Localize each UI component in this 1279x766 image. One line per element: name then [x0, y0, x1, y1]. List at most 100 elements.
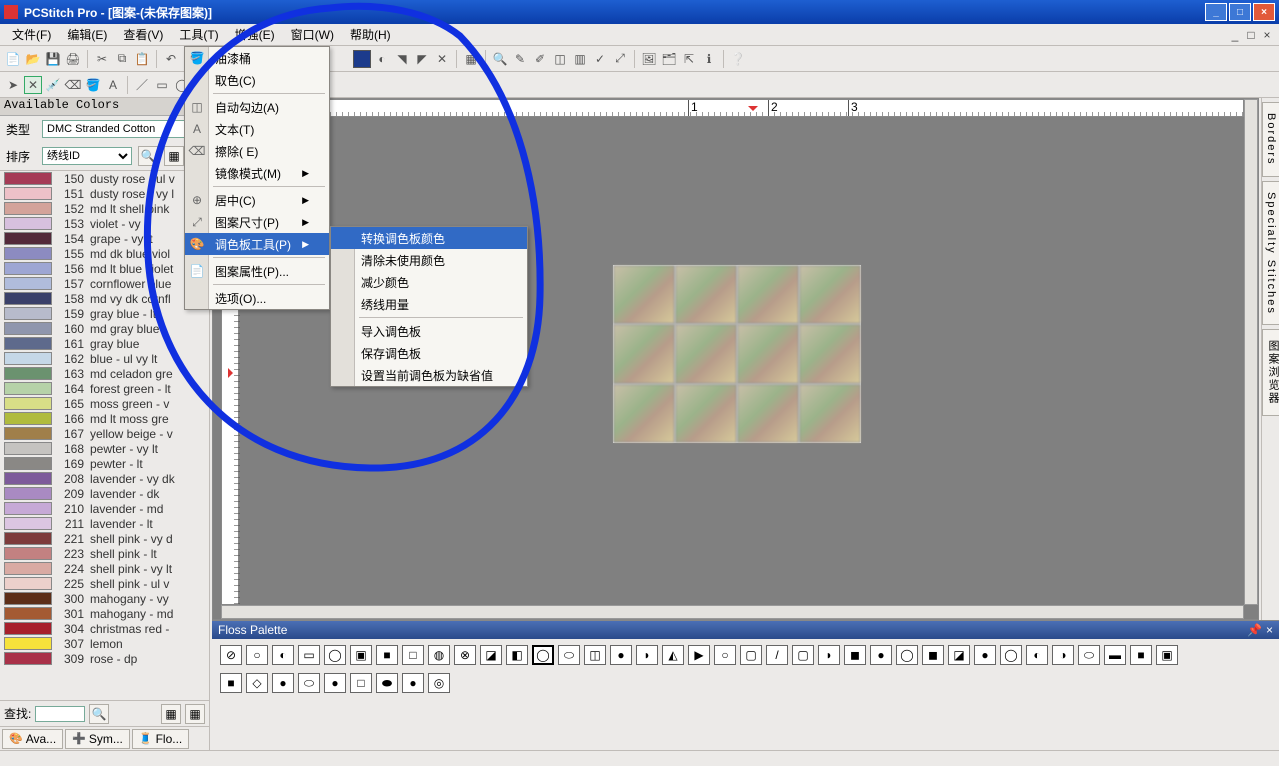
color-row[interactable]: 210 lavender - md	[0, 501, 209, 516]
floss-swatch[interactable]: ◑	[1052, 645, 1074, 665]
grid-icon[interactable]: ▦	[462, 50, 480, 68]
color-row[interactable]: 151 dusty rose - vy l	[0, 186, 209, 201]
minimize-button[interactable]: _	[1205, 3, 1227, 21]
line-icon[interactable]: ／	[133, 76, 151, 94]
save-icon[interactable]: 💾	[44, 50, 62, 68]
floss-swatch[interactable]: ◯	[896, 645, 918, 665]
menu-edit[interactable]: 编辑(E)	[59, 24, 115, 45]
floss-swatch[interactable]: ◭	[662, 645, 684, 665]
grid-btn-a-icon[interactable]: ▦	[161, 704, 181, 724]
sort-select[interactable]: 绣线ID	[42, 147, 132, 165]
submenu-convert[interactable]: 转换调色板颜色	[331, 227, 527, 249]
floss-swatch[interactable]: ▬	[1104, 645, 1126, 665]
color-row[interactable]: 164 forest green - lt	[0, 381, 209, 396]
menu-paint-bucket[interactable]: 🪣油漆桶	[185, 47, 329, 69]
floss-swatch[interactable]: ⬭	[1078, 645, 1100, 665]
floss-swatch[interactable]: ◯	[1000, 645, 1022, 665]
open-icon[interactable]: 📂	[24, 50, 42, 68]
cut-icon[interactable]: ✂	[93, 50, 111, 68]
search-color-icon[interactable]: 🔍	[138, 146, 158, 166]
specialty-tab[interactable]: Specialty Stitches	[1262, 181, 1279, 326]
floss-swatch[interactable]: ●	[402, 673, 424, 693]
copy-icon[interactable]: ⧉	[113, 50, 131, 68]
floss-swatch[interactable]: □	[350, 673, 372, 693]
color-row[interactable]: 221 shell pink - vy d	[0, 531, 209, 546]
color-row[interactable]: 156 md lt blue violet	[0, 261, 209, 276]
new-icon[interactable]: 📄	[4, 50, 22, 68]
floss-swatch[interactable]: ●	[974, 645, 996, 665]
submenu-save[interactable]: 保存调色板	[331, 342, 527, 364]
color-row[interactable]: 150 dusty rose - ul v	[0, 171, 209, 186]
floss-swatch[interactable]: ⬬	[376, 673, 398, 693]
color-row[interactable]: 307 lemon	[0, 636, 209, 651]
color-row[interactable]: 154 grape - vy lt	[0, 231, 209, 246]
submenu-floss-usage[interactable]: 绣线用量	[331, 293, 527, 315]
undo-icon[interactable]: ↶	[162, 50, 180, 68]
tool-h-icon[interactable]: 🗂	[660, 50, 678, 68]
tool-b-icon[interactable]: ✐	[531, 50, 549, 68]
mdi-minimize-button[interactable]: _	[1227, 28, 1243, 42]
menu-center[interactable]: ⊕居中(C)▶	[185, 189, 329, 211]
floss-swatch[interactable]: ▢	[740, 645, 762, 665]
color-list[interactable]: 150 dusty rose - ul v 151 dusty rose - v…	[0, 170, 209, 700]
floss-swatch[interactable]: ◐	[272, 645, 294, 665]
full-stitch-icon[interactable]	[353, 50, 371, 68]
floss-swatch[interactable]: ○	[246, 645, 268, 665]
floss-swatch[interactable]: ◍	[428, 645, 450, 665]
color-row[interactable]: 301 mahogany - md	[0, 606, 209, 621]
submenu-import[interactable]: 导入调色板	[331, 320, 527, 342]
vertical-scrollbar[interactable]	[1244, 99, 1258, 605]
menu-text[interactable]: A文本(T)	[185, 118, 329, 140]
floss-swatch[interactable]: /	[766, 645, 788, 665]
pointer-icon[interactable]: ➤	[4, 76, 22, 94]
tab-available[interactable]: 🎨Ava...	[2, 729, 63, 749]
color-row[interactable]: 300 mahogany - vy	[0, 591, 209, 606]
type-select[interactable]: DMC Stranded Cotton	[42, 120, 203, 138]
submenu-clear-unused[interactable]: 清除未使用颜色	[331, 249, 527, 271]
menu-window[interactable]: 窗口(W)	[283, 24, 342, 45]
floss-swatch[interactable]: ▭	[298, 645, 320, 665]
menu-auto-outline[interactable]: ◫自动勾边(A)	[185, 96, 329, 118]
color-row[interactable]: 166 md lt moss gre	[0, 411, 209, 426]
color-row[interactable]: 162 blue - ul vy lt	[0, 351, 209, 366]
fill-icon[interactable]: 🪣	[84, 76, 102, 94]
floss-swatch[interactable]: ⊘	[220, 645, 242, 665]
color-row[interactable]: 309 rose - dp	[0, 651, 209, 666]
menu-properties[interactable]: 📄图案属性(P)...	[185, 260, 329, 282]
floss-swatch[interactable]: ◪	[948, 645, 970, 665]
borders-tab[interactable]: Borders	[1262, 102, 1279, 177]
color-row[interactable]: 161 gray blue	[0, 336, 209, 351]
stitch-tool-icon[interactable]: ✕	[24, 76, 42, 94]
close-panel-icon[interactable]: ×	[1266, 623, 1273, 637]
paste-icon[interactable]: 📋	[133, 50, 151, 68]
color-row[interactable]: 167 yellow beige - v	[0, 426, 209, 441]
tool-i-icon[interactable]: ⇱	[680, 50, 698, 68]
eyedropper-icon[interactable]: 💉	[44, 76, 62, 94]
find-input[interactable]	[35, 706, 85, 722]
floss-swatch[interactable]: ■	[220, 673, 242, 693]
color-row[interactable]: 208 lavender - vy dk	[0, 471, 209, 486]
menu-file[interactable]: 文件(F)	[4, 24, 59, 45]
color-row[interactable]: 157 cornflower blue	[0, 276, 209, 291]
eraser-icon[interactable]: ⌫	[64, 76, 82, 94]
viewer-tab[interactable]: 图案浏览器	[1262, 329, 1279, 416]
color-row[interactable]: 304 christmas red -	[0, 621, 209, 636]
find-go-icon[interactable]: 🔍	[89, 704, 109, 724]
floss-swatch[interactable]: ◎	[428, 673, 450, 693]
submenu-reduce[interactable]: 减少颜色	[331, 271, 527, 293]
floss-swatch[interactable]: ◗	[818, 645, 840, 665]
floss-swatch[interactable]: ■	[1130, 645, 1152, 665]
floss-swatch[interactable]: ◇	[246, 673, 268, 693]
floss-swatch[interactable]: ●	[610, 645, 632, 665]
floss-swatch[interactable]: ◯	[532, 645, 554, 665]
color-row[interactable]: 169 pewter - lt	[0, 456, 209, 471]
help-icon[interactable]: ❔	[729, 50, 747, 68]
color-row[interactable]: 211 lavender - lt	[0, 516, 209, 531]
text-icon[interactable]: A	[104, 76, 122, 94]
tool-e-icon[interactable]: ✓	[591, 50, 609, 68]
floss-swatch[interactable]: ◫	[584, 645, 606, 665]
color-row[interactable]: 209 lavender - dk	[0, 486, 209, 501]
pin-icon[interactable]: 📌	[1247, 623, 1262, 637]
floss-swatch[interactable]: ▣	[350, 645, 372, 665]
color-row[interactable]: 165 moss green - v	[0, 396, 209, 411]
